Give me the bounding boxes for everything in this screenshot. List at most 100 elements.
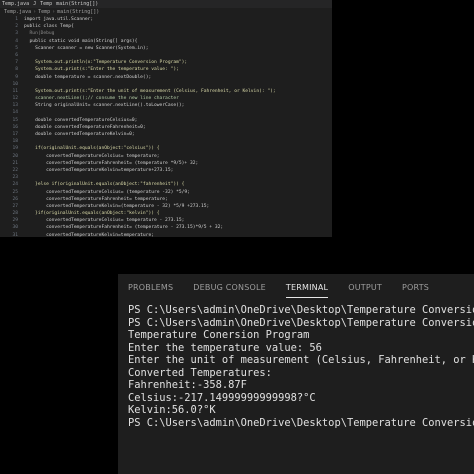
code-text: convertedTemperatureKelvin=temperature+2… [24, 167, 174, 173]
editor-tab-class[interactable]: Temp [40, 1, 52, 7]
code-text: System.out.println(x:"Temperature Conver… [24, 60, 188, 66]
code-line[interactable]: 6 [0, 52, 332, 59]
line-number: 21 [12, 160, 18, 166]
code-line[interactable]: 7 System.out.println(x:"Temperature Conv… [0, 59, 332, 66]
breadcrumb-file[interactable]: Temp.java [4, 9, 31, 15]
code-line[interactable]: 13 String originalUnit= scanner.nextLine… [0, 102, 332, 109]
code-line[interactable]: 17 double convertedTemperatureKelvin=0; [0, 131, 332, 138]
code-text: String originalUnit= scanner.nextLine().… [24, 103, 185, 109]
chevron-right-icon: › [52, 8, 56, 15]
code-line[interactable]: 4 public static void main(String[] args)… [0, 38, 332, 45]
line-number: 14 [12, 110, 18, 116]
line-number: 6 [15, 52, 18, 58]
code-line[interactable]: 25 convertedTemperatureCelsius= (tempera… [0, 189, 332, 196]
code-line[interactable]: 29 convertedTemperatureCelsius= temperat… [0, 217, 332, 224]
line-number: 27 [12, 203, 18, 209]
code-text: convertedTemperatureFahrenheit= (tempera… [24, 225, 224, 231]
terminal-line: PS C:\Users\admin\OneDrive\Desktop\Tempe… [128, 304, 474, 317]
line-number: 8 [15, 67, 18, 73]
terminal-text: PS C:\Users\admin\OneDrive\Desktop\Tempe… [128, 316, 474, 329]
tab-terminal[interactable]: TERMINAL [285, 283, 329, 298]
code-text: convertedTemperatureKelvin=(temperature … [24, 203, 210, 209]
editor-tab-class-icon: J [33, 1, 37, 7]
code-line[interactable]: 20 convertedTemperatureCelsius= temperat… [0, 153, 332, 160]
breadcrumb-class[interactable]: Temp [38, 9, 50, 15]
code-text: double convertedTemperatureKelvin=0; [24, 132, 135, 137]
code-line[interactable]: 3 Run|Debug [0, 30, 332, 37]
line-number: 25 [12, 189, 18, 195]
line-number: 18 [12, 139, 18, 145]
code-line[interactable]: 2 public class Temp{ [0, 23, 332, 30]
code-line[interactable]: 24 }else if(originalUnit.equals(anObject… [0, 181, 332, 188]
chevron-right-icon: › [33, 8, 37, 15]
line-number: 3 [15, 31, 18, 37]
terminal-line: PS C:\Users\admin\OneDrive\Desktop\Tempe… [128, 317, 474, 330]
terminal-line: Enter the unit of measurement (Celsius, … [128, 354, 474, 367]
line-number: 17 [12, 132, 18, 137]
code-line[interactable]: 31 convertedTemperatureKelvin=temperatur… [0, 232, 332, 237]
code-text: import java.util.Scanner; [24, 17, 94, 22]
code-editor[interactable]: Temp.java J Temp main(String[]) Temp.jav… [0, 0, 332, 237]
line-number: 31 [12, 232, 18, 237]
code-text: if(originalUnit.equals(anObject:"celsius… [24, 146, 160, 152]
code-text: Scanner scanner = new Scanner(System.in)… [24, 45, 149, 51]
code-line[interactable]: 1 import java.util.Scanner; [0, 16, 332, 23]
terminal-line: Enter the temperature value: 56 [128, 342, 474, 355]
line-number: 30 [12, 225, 18, 231]
code-line[interactable]: 15 double convertedTemperatureCelsius=0; [0, 117, 332, 124]
code-lines[interactable]: 1 import java.util.Scanner; 2 public class … [0, 15, 332, 237]
code-text: Run|Debug [24, 31, 55, 37]
code-line[interactable]: 19 if(originalUnit.equals(anObject:"cels… [0, 145, 332, 152]
breadcrumb: Temp.java › Temp › main(String[]) [0, 8, 332, 15]
code-text: }if(originalUnit.equals(anObject:"kelvin… [24, 211, 160, 217]
terminal-line: Temperature Conersion Program [128, 329, 474, 342]
code-line[interactable]: 11 System.out.print(s:"Enter the unit of… [0, 88, 332, 95]
code-line[interactable]: 22 convertedTemperatureKelvin=temperatur… [0, 167, 332, 174]
code-text: convertedTemperatureKelvin=temperature; [24, 232, 154, 237]
line-number: 11 [12, 88, 18, 94]
line-number: 4 [15, 38, 18, 44]
code-line[interactable]: 14 [0, 109, 332, 116]
line-number: 16 [12, 124, 18, 130]
code-line[interactable]: 27 convertedTemperatureKelvin=(temperatu… [0, 203, 332, 210]
code-text: convertedTemperatureFahrenheit= temperat… [24, 196, 168, 202]
terminal-line: PS C:\Users\admin\OneDrive\Desktop\Tempe… [128, 417, 474, 430]
terminal-text: Kelvin:56.0?°K [128, 404, 216, 416]
code-line[interactable]: 5 Scanner scanner = new Scanner(System.i… [0, 45, 332, 52]
terminal-line: Kelvin:56.0?°K [128, 404, 474, 417]
editor-tab-method[interactable]: main(String[]) [56, 1, 98, 7]
terminal-text: Enter the unit of measurement (Celsius, … [128, 354, 474, 366]
tab-problems[interactable]: PROBLEMS [128, 283, 173, 292]
tab-debug-console[interactable]: DEBUG CONSOLE [193, 283, 266, 292]
terminal-line: Fahrenheit:-358.87F [128, 379, 474, 392]
code-line[interactable]: 10 [0, 81, 332, 88]
code-line[interactable]: 21 convertedTemperatureFahrenheit= (temp… [0, 160, 332, 167]
terminal-line: Celsius:-217.14999999999998?°C [128, 392, 474, 405]
code-line[interactable]: 9 double temperature = scanner.nextDoubl… [0, 74, 332, 81]
code-line[interactable]: 16 double convertedTemperatureFahrenheit… [0, 124, 332, 131]
code-line[interactable]: 18 [0, 138, 332, 145]
code-line[interactable]: 28 }if(originalUnit.equals(anObject:"kel… [0, 210, 332, 217]
tab-ports[interactable]: PORTS [402, 283, 429, 292]
line-number: 12 [12, 96, 18, 102]
editor-tab-temp-java[interactable]: Temp.java [2, 1, 29, 7]
line-number: 23 [12, 175, 18, 181]
code-line[interactable]: 26 convertedTemperatureFahrenheit= tempe… [0, 196, 332, 203]
code-line[interactable]: 12 scanner.nextLine();// consume the new… [0, 95, 332, 102]
code-line[interactable]: 23 [0, 174, 332, 181]
code-text: }else if(originalUnit.equals(anObject:"f… [24, 182, 185, 188]
line-number: 24 [12, 182, 18, 188]
terminal-text: PS C:\Users\admin\OneDrive\Desktop\Tempe… [128, 416, 474, 429]
line-number: 22 [12, 167, 18, 173]
terminal-output[interactable]: PS C:\Users\admin\OneDrive\Desktop\Tempe… [118, 301, 474, 429]
code-text: double convertedTemperatureFahrenheit=0; [24, 124, 146, 130]
editor-tab-bar: Temp.java J Temp main(String[]) [0, 0, 332, 8]
code-line[interactable]: 8 System.out.print(s:"Enter the temperat… [0, 66, 332, 73]
breadcrumb-method[interactable]: main(String[]) [57, 9, 99, 15]
code-line[interactable]: 30 convertedTemperatureFahrenheit= (temp… [0, 224, 332, 231]
tab-output[interactable]: OUTPUT [348, 283, 382, 292]
line-number: 2 [15, 24, 18, 30]
code-text: double temperature = scanner.nextDouble(… [24, 74, 152, 80]
code-text: convertedTemperatureCelsius= temperature… [24, 153, 160, 159]
line-number: 5 [15, 45, 18, 51]
